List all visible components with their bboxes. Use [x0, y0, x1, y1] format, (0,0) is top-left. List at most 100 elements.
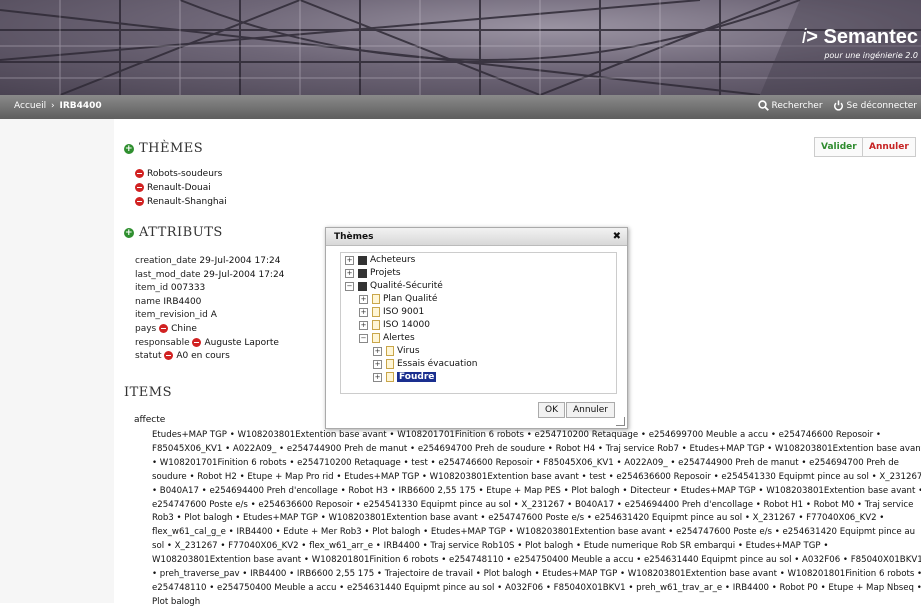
- tree-node-essais[interactable]: + Essais évacuation: [373, 358, 477, 370]
- tree-node-label: Qualité-Sécurité: [370, 281, 443, 291]
- expand-icon[interactable]: +: [373, 346, 382, 356]
- collapse-icon[interactable]: −: [345, 281, 354, 291]
- attribute-row: item_id 007333: [135, 282, 284, 296]
- brand-name: > Semantec: [806, 26, 918, 48]
- tree-node-iso9001[interactable]: + ISO 9001: [359, 306, 424, 318]
- list-item: Renault-Douai: [135, 181, 227, 195]
- add-attribute-icon[interactable]: +: [124, 227, 134, 238]
- navigation-bar: Accueil › IRB4400 Rechercher Se déconnec…: [0, 95, 921, 119]
- tree-node-alertes[interactable]: − Alertes: [359, 332, 415, 344]
- logout-link[interactable]: Se déconnecter: [833, 100, 917, 111]
- remove-icon[interactable]: [164, 351, 174, 361]
- expand-icon[interactable]: +: [373, 372, 382, 382]
- breadcrumb: Accueil › IRB4400: [14, 101, 102, 111]
- relation-label: affecte: [134, 415, 166, 425]
- attribute-value: 29-Jul-2004 17:24: [203, 269, 285, 280]
- attribute-key: pays: [135, 323, 157, 334]
- tree-node-label: Acheteurs: [370, 255, 416, 265]
- remove-icon[interactable]: [159, 323, 169, 333]
- remove-icon[interactable]: [135, 197, 144, 206]
- tree-node-foudre[interactable]: + Foudre: [373, 371, 437, 383]
- themes-list: Robots-soudeurs Renault-Douai Renault-Sh…: [135, 167, 227, 209]
- collapse-icon[interactable]: −: [359, 333, 368, 343]
- remove-icon[interactable]: [192, 337, 202, 347]
- list-item: Robots-soudeurs: [135, 167, 227, 181]
- tree-node-projets[interactable]: + Projets: [345, 267, 401, 279]
- attribute-key: creation_date: [135, 256, 197, 266]
- tree-node-virus[interactable]: + Virus: [373, 345, 420, 357]
- attribute-key: item_id: [135, 283, 169, 294]
- expand-icon[interactable]: +: [359, 320, 368, 330]
- attributes-title-text: ATTRIBUTS: [139, 225, 223, 240]
- document-icon: [372, 294, 380, 304]
- attribute-value[interactable]: Auguste Laporte: [204, 338, 278, 348]
- attribute-key: item_revision_id: [135, 310, 208, 321]
- search-icon: [757, 100, 769, 111]
- breadcrumb-separator: ›: [51, 101, 55, 111]
- tree-node-acheteurs[interactable]: + Acheteurs: [345, 254, 415, 266]
- items-section-title: ITEMS: [124, 385, 173, 400]
- breadcrumb-home-link[interactable]: Accueil: [14, 101, 46, 111]
- brand-tagline: pour une ingénierie 2.0: [824, 51, 918, 60]
- remove-icon[interactable]: [135, 169, 144, 178]
- items-text[interactable]: Etudes+MAP TGP • W108203801Extention bas…: [152, 429, 921, 610]
- attribute-value: IRB4400: [163, 296, 202, 307]
- dialog-title: Thèmes: [326, 228, 627, 246]
- tree-node-label: Projets: [370, 268, 401, 278]
- tree-node-label: Essais évacuation: [397, 359, 478, 369]
- document-icon: [386, 359, 394, 369]
- expand-icon[interactable]: +: [345, 255, 354, 265]
- theme-label[interactable]: Renault-Douai: [147, 183, 211, 193]
- close-icon[interactable]: ✖: [613, 231, 621, 242]
- document-icon: [386, 346, 394, 356]
- attribute-value: 29-Jul-2004 17:24: [199, 256, 281, 266]
- brand: i> Semantec pour une ingénierie 2.0: [802, 26, 921, 60]
- expand-icon[interactable]: +: [359, 307, 368, 317]
- themes-section-title: + THÈMES: [124, 141, 203, 156]
- folder-icon: [358, 255, 367, 265]
- attribute-value[interactable]: Chine: [171, 324, 197, 334]
- search-label: Rechercher: [771, 100, 823, 111]
- dialog-cancel-button[interactable]: Annuler: [566, 402, 616, 418]
- attribute-row: creation_date 29-Jul-2004 17:24: [135, 255, 284, 269]
- tree-node-iso14000[interactable]: + ISO 14000: [359, 319, 430, 331]
- tree-node-qualite[interactable]: − Qualité-Sécurité: [345, 280, 443, 292]
- banner-architecture-image: [0, 0, 921, 95]
- power-icon: [833, 100, 844, 111]
- themes-dialog: Thèmes ✖ + Acheteurs + Projets − Qualité-Sé…: [325, 227, 628, 429]
- remove-icon[interactable]: [135, 183, 144, 192]
- attribute-row: item_revision_id A: [135, 309, 284, 323]
- tree-node-label: Foudre: [397, 372, 437, 382]
- theme-label[interactable]: Renault-Shanghai: [147, 197, 227, 207]
- tree-node-plan-qualite[interactable]: + Plan Qualité: [359, 293, 437, 305]
- validate-button[interactable]: Valider: [814, 137, 864, 157]
- attribute-key: statut: [135, 351, 162, 362]
- resize-grip-icon[interactable]: [616, 417, 625, 426]
- folder-icon: [358, 281, 367, 291]
- theme-label[interactable]: Robots-soudeurs: [147, 169, 222, 179]
- attribute-row: name IRB4400: [135, 296, 284, 310]
- tree-node-label: ISO 9001: [383, 307, 425, 317]
- attribute-row: responsable Auguste Laporte: [135, 337, 284, 351]
- expand-icon[interactable]: +: [345, 268, 354, 278]
- expand-icon[interactable]: +: [373, 359, 382, 369]
- attribute-key: last_mod_date: [135, 269, 201, 280]
- document-icon: [372, 307, 380, 317]
- attribute-row: pays Chine: [135, 323, 284, 337]
- document-icon: [372, 320, 380, 330]
- tree-node-label: Alertes: [383, 333, 415, 343]
- attributes-section-title: + ATTRIBUTS: [124, 225, 223, 240]
- cancel-button[interactable]: Annuler: [862, 137, 916, 157]
- left-sidebar: [0, 119, 114, 603]
- logout-label: Se déconnecter: [846, 100, 917, 111]
- document-icon: [386, 372, 394, 382]
- expand-icon[interactable]: +: [359, 294, 368, 304]
- ok-button[interactable]: OK: [538, 402, 565, 418]
- themes-tree: + Acheteurs + Projets − Qualité-Sécurité + P…: [340, 252, 617, 394]
- add-theme-icon[interactable]: +: [124, 143, 134, 154]
- tree-node-label: ISO 14000: [383, 320, 430, 330]
- attribute-value[interactable]: A0 en cours: [176, 351, 229, 361]
- header-banner: i> Semantec pour une ingénierie 2.0: [0, 0, 921, 95]
- search-link[interactable]: Rechercher: [757, 100, 823, 111]
- attribute-row: statut A0 en cours: [135, 350, 284, 364]
